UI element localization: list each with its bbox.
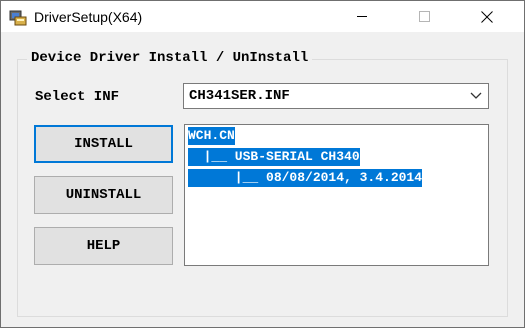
title-bar[interactable]: DriverSetup(X64) xyxy=(1,1,524,32)
inf-select-value: CH341SER.INF xyxy=(189,88,290,104)
install-button[interactable]: INSTALL xyxy=(34,125,173,163)
driver-setup-icon xyxy=(9,10,27,26)
minimize-icon xyxy=(356,16,367,17)
help-button[interactable]: HELP xyxy=(34,227,173,265)
minimize-button[interactable] xyxy=(339,1,385,32)
tree-line-vendor[interactable]: WCH.CN xyxy=(188,127,235,145)
client-area: Device Driver Install / UnInstall Select… xyxy=(1,32,524,327)
uninstall-button[interactable]: UNINSTALL xyxy=(34,176,173,214)
driver-setup-window: DriverSetup(X64) Device Driver Install /… xyxy=(0,0,525,328)
select-inf-label: Select INF xyxy=(35,89,120,105)
chevron-down-icon[interactable] xyxy=(470,91,482,101)
maximize-button[interactable] xyxy=(401,1,447,32)
close-icon xyxy=(481,10,493,23)
inf-select[interactable]: CH341SER.INF xyxy=(183,83,489,109)
close-button[interactable] xyxy=(464,1,510,32)
maximize-icon xyxy=(418,11,430,22)
tree-line-version[interactable]: |__ 08/08/2014, 3.4.2014 xyxy=(188,169,423,187)
groupbox-title: Device Driver Install / UnInstall xyxy=(27,50,313,66)
tree-line-device[interactable]: |__ USB-SERIAL CH340 xyxy=(188,148,360,166)
driver-info-tree[interactable]: WCH.CN |__ USB-SERIAL CH340 |__ 08/08/20… xyxy=(184,124,489,266)
window-title: DriverSetup(X64) xyxy=(34,9,143,25)
